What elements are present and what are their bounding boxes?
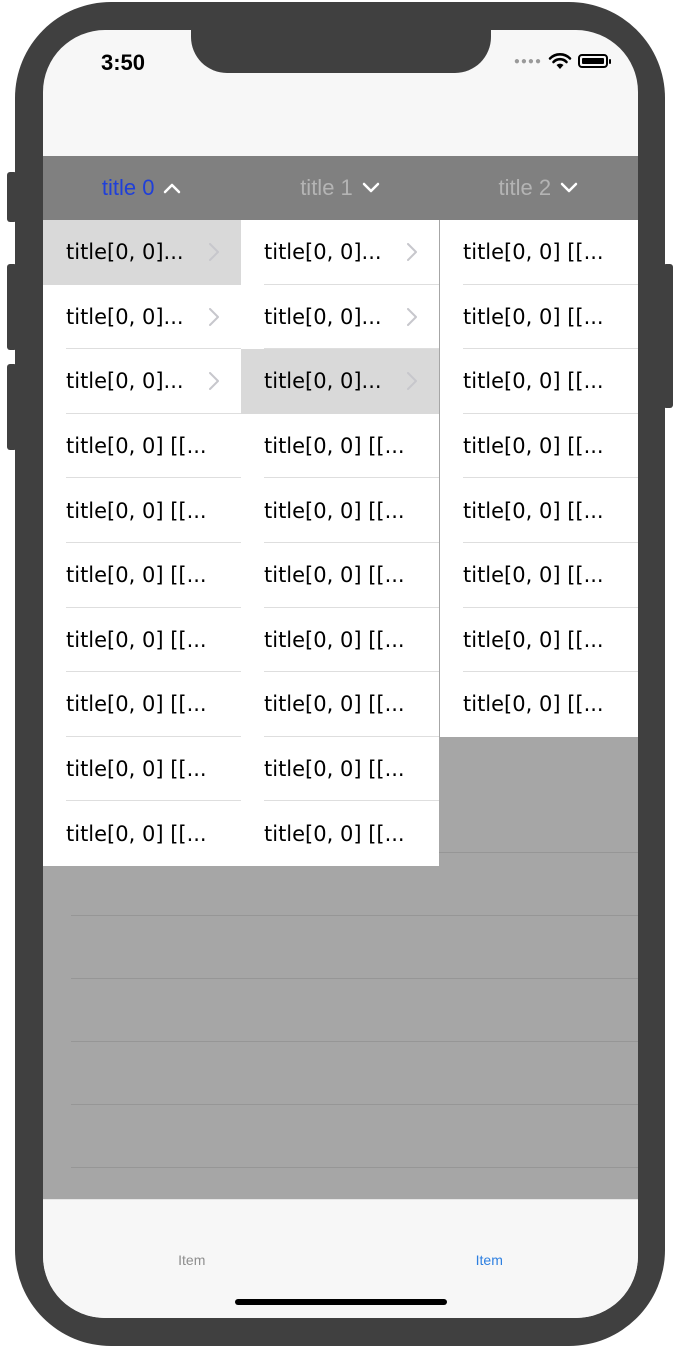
list-item[interactable]: title[0, 0]... [43,285,241,350]
list-item-label: title[0, 0] [[... [66,757,207,782]
menu-tab-label: title 0 [101,175,155,200]
dropdown-column-2: title[0, 0] [[... title[0, 0] [[... titl… [440,220,638,737]
list-item-label: title[0, 0] [[... [66,821,207,846]
list-item[interactable]: title[0, 0] [[... [43,801,241,866]
chevron-right-icon [209,372,219,391]
list-item-label: title[0, 0] [[... [463,240,604,265]
background-separator [71,1104,638,1105]
list-item-label: title[0, 0] [[... [463,627,604,652]
list-item[interactable]: title[0, 0] [[... [43,543,241,608]
screen: 3:50 ●●●● title 0 title 1 title 2 title[… [43,30,638,1318]
list-item[interactable]: title[0, 0]... [43,349,241,414]
dropdown-column-0: title[0, 0]... title[0, 0]... title[0, 0… [43,220,241,866]
list-item[interactable]: title[0, 0] [[... [440,349,638,414]
list-item[interactable]: title[0, 0] [[... [241,414,439,479]
tab-item-label: Item [178,1252,206,1268]
list-item[interactable]: title[0, 0] [[... [241,543,439,608]
list-item-label: title[0, 0] [[... [463,369,604,394]
list-item-label: title[0, 0] [[... [264,498,405,523]
menu-tab-title-2[interactable]: title 2 [440,156,638,220]
tab-item-label: Item [475,1252,503,1268]
list-item[interactable]: title[0, 0] [[... [43,478,241,543]
list-item[interactable]: title[0, 0] [[... [43,608,241,673]
chevron-right-icon [407,307,417,326]
volume-up-button [7,264,17,350]
menu-tab-title-0[interactable]: title 0 [43,156,241,220]
list-item-label: title[0, 0] [[... [264,434,405,459]
list-item[interactable]: title[0, 0] [[... [241,608,439,673]
chevron-right-icon [209,307,219,326]
wifi-icon [548,53,572,69]
list-item-label: title[0, 0] [[... [66,692,207,717]
list-item[interactable]: title[0, 0] [[... [440,220,638,285]
list-item-label: title[0, 0]... [264,369,382,394]
background-separator [71,1041,638,1042]
list-item[interactable]: title[0, 0] [[... [241,672,439,737]
chevron-right-icon [209,243,219,262]
list-item-label: title[0, 0] [[... [463,304,604,329]
home-indicator[interactable] [235,1299,447,1305]
menu-tab-label: title 2 [498,175,552,200]
background-separator [71,978,638,979]
list-item[interactable]: title[0, 0]... [241,285,439,350]
list-item[interactable]: title[0, 0]... [43,220,241,285]
list-item-label: title[0, 0]... [66,369,184,394]
list-item-label: title[0, 0] [[... [66,627,207,652]
dropdown-menu-bar: title 0 title 1 title 2 [43,156,638,220]
chevron-right-icon [407,372,417,391]
list-item[interactable]: title[0, 0] [[... [241,737,439,802]
background-separator [71,915,638,916]
list-item[interactable]: title[0, 0] [[... [440,608,638,673]
list-item[interactable]: title[0, 0] [[... [241,478,439,543]
list-item[interactable]: title[0, 0] [[... [43,737,241,802]
power-button [663,264,673,408]
list-item-label: title[0, 0] [[... [66,434,207,459]
chevron-right-icon [407,243,417,262]
list-item-label: title[0, 0] [[... [463,498,604,523]
list-item-label: title[0, 0] [[... [66,498,207,523]
volume-down-button [7,364,17,450]
list-item[interactable]: title[0, 0] [[... [440,414,638,479]
status-time: 3:50 [101,50,146,75]
chevron-down-icon [560,182,578,193]
list-item[interactable]: title[0, 0] [[... [440,478,638,543]
list-item-label: title[0, 0] [[... [264,627,405,652]
list-item-label: title[0, 0] [[... [463,434,604,459]
list-item-label: title[0, 0]... [264,304,382,329]
list-item[interactable]: title[0, 0] [[... [241,801,439,866]
battery-icon [578,54,611,68]
list-item[interactable]: title[0, 0]... [241,349,439,414]
menu-tab-title-1[interactable]: title 1 [241,156,439,220]
list-item[interactable]: title[0, 0] [[... [440,672,638,737]
list-item-label: title[0, 0]... [66,240,184,265]
menu-tab-label: title 1 [300,175,353,200]
list-item-label: title[0, 0] [[... [264,757,405,782]
list-item[interactable]: title[0, 0] [[... [440,543,638,608]
list-item-label: title[0, 0] [[... [264,692,405,717]
notch [191,30,491,73]
list-item[interactable]: title[0, 0]... [241,220,439,285]
background-separator [71,1167,638,1168]
list-item-label: title[0, 0]... [264,240,382,265]
status-icons: ●●●● [513,52,611,70]
dropdown-column-1: title[0, 0]... title[0, 0]... title[0, 0… [241,220,439,866]
list-item-label: title[0, 0]... [66,304,184,329]
list-item-label: title[0, 0] [[... [264,821,405,846]
chevron-up-icon [164,183,181,194]
chevron-down-icon [362,182,380,193]
list-item[interactable]: title[0, 0] [[... [43,414,241,479]
list-item-label: title[0, 0] [[... [463,692,604,717]
list-item-label: title[0, 0] [[... [463,563,604,588]
list-item[interactable]: title[0, 0] [[... [43,672,241,737]
list-item-label: title[0, 0] [[... [66,563,207,588]
list-item-label: title[0, 0] [[... [264,563,405,588]
mute-switch [7,172,17,222]
list-item[interactable]: title[0, 0] [[... [440,285,638,350]
signal-icon: ●●●● [513,55,542,67]
